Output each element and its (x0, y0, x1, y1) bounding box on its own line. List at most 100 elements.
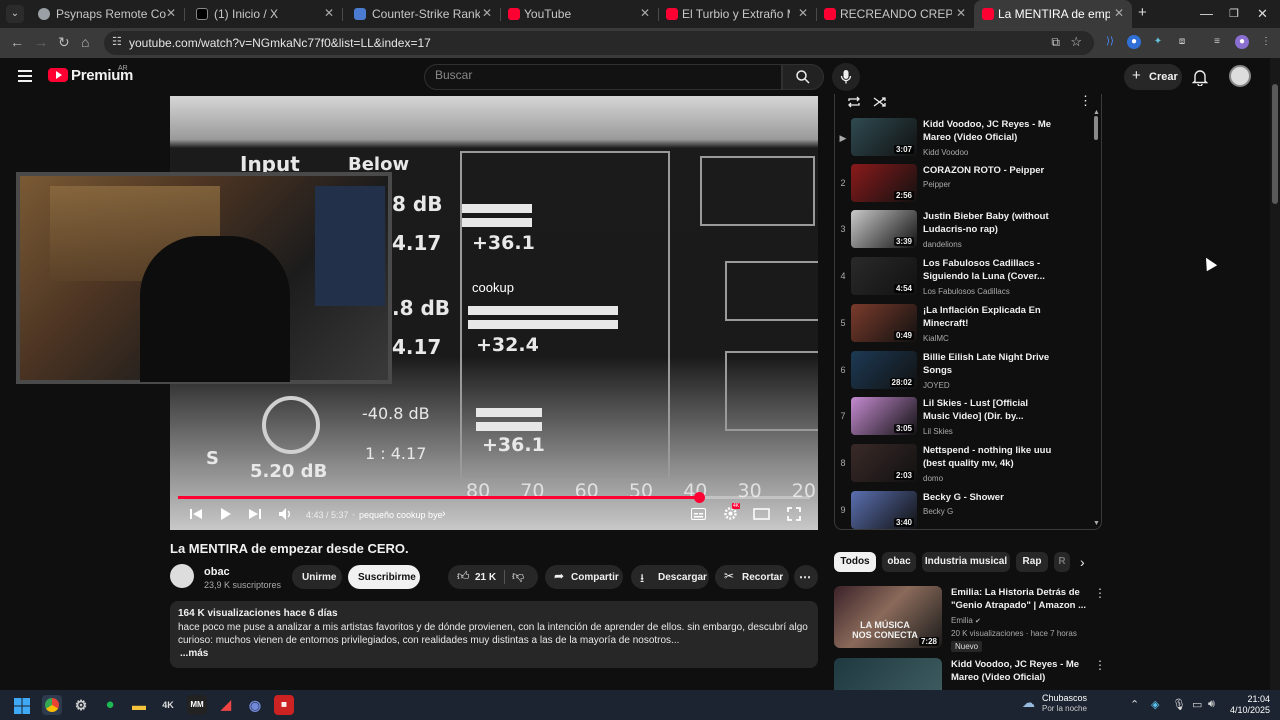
fullscreen-icon[interactable] (787, 507, 801, 521)
playlist-item[interactable]: 6 28:02 Billie Eilish Late Night Drive Son… (835, 351, 1091, 398)
tab-youtube[interactable]: YouTube ✕ (500, 0, 658, 28)
forward-icon[interactable]: → (34, 34, 48, 50)
restore-icon[interactable]: ❐ (1229, 7, 1239, 20)
chips-next-icon[interactable]: › (1080, 554, 1085, 570)
playlist-thumbnail[interactable]: 3:39 (851, 210, 917, 248)
volume-icon[interactable] (279, 507, 293, 521)
taskbar-clock[interactable]: 21:04 4/10/2025 (1228, 694, 1270, 716)
chapter-title[interactable]: pequeño cookup bye (359, 510, 443, 520)
chip-obac[interactable]: obac (882, 552, 916, 572)
play-icon[interactable] (220, 508, 232, 520)
create-button[interactable]: + Crear (1124, 64, 1182, 90)
playlist-item-title[interactable]: Becky G - Shower (923, 491, 1053, 504)
chapter-chevron-icon[interactable]: › (442, 508, 446, 520)
playlist-item-title[interactable]: Justin Bieber Baby (without Ludacris-no … (923, 210, 1053, 236)
playlist-thumbnail[interactable]: 2:03 (851, 444, 917, 482)
chip-rap[interactable]: Rap (1016, 552, 1048, 572)
progress-scrubber[interactable] (694, 492, 706, 503)
dislike-icon[interactable]: 👎︎ (512, 569, 524, 584)
recommended-video[interactable]: Kidd Voodoo, JC Reyes - Me Mareo (Video … (834, 658, 1106, 690)
search-input[interactable] (435, 68, 765, 82)
rec-thumbnail[interactable] (834, 658, 942, 690)
home-icon[interactable]: ⌂ (81, 34, 89, 50)
playlist-item[interactable]: 4 4:54 Los Fabulosos Cadillacs - Siguiendo… (835, 257, 1091, 304)
network-icon[interactable]: ▭ (1192, 698, 1202, 711)
window-close-icon[interactable]: ✕ (1257, 6, 1268, 22)
subscribe-button[interactable]: Suscribirme (348, 565, 420, 589)
playlist-item-title[interactable]: CORAZON ROTO - Peipper (923, 164, 1053, 177)
voice-search-button[interactable] (832, 63, 860, 91)
playlist-item[interactable]: 9 3:40 Becky G - Shower Becky G (835, 491, 1091, 529)
rec-thumbnail[interactable]: LA MÚSICA NOS CONECTA 7:28 (834, 586, 942, 648)
close-tab-icon[interactable]: ✕ (482, 6, 492, 20)
download-button[interactable]: ⭳ Descargar (631, 565, 709, 589)
rec-menu-icon[interactable]: ⋮ (1094, 586, 1106, 600)
new-tab-button[interactable]: + (1138, 4, 1147, 21)
app-taskbar-icon[interactable]: 4K (158, 695, 178, 715)
chip-music-industry[interactable]: Industria musical (922, 552, 1010, 572)
previous-icon[interactable] (190, 508, 202, 520)
playlist-thumbnail[interactable]: 2:56 (851, 164, 917, 202)
speaker-icon[interactable]: 🔊︎ (1208, 698, 1215, 711)
bookmark-star-icon[interactable]: ☆ (1070, 34, 1082, 50)
tray-app-icon[interactable]: ◈ (1151, 698, 1159, 711)
chip-all[interactable]: Todos (834, 552, 876, 572)
tab-crepusculo[interactable]: RECREANDO CREPÚSCULO 🧛 ✕ (816, 0, 974, 28)
playlist-thumbnail[interactable]: 3:07 (851, 118, 917, 156)
reading-list-icon[interactable]: ≡ (1210, 35, 1224, 49)
close-tab-icon[interactable]: ✕ (1114, 6, 1124, 20)
app-taskbar-icon[interactable]: ▦ (274, 695, 294, 715)
more-actions-button[interactable]: ⋯ (794, 565, 818, 589)
spotify-taskbar-icon[interactable]: ● (100, 695, 120, 715)
theater-mode-icon[interactable] (753, 508, 770, 520)
windows-start-icon[interactable] (14, 698, 30, 714)
microphone-tray-icon[interactable]: 🎙︎ (1172, 698, 1186, 711)
youtube-logo-icon[interactable] (48, 68, 68, 82)
clip-button[interactable]: ✂ Recortar (715, 565, 789, 589)
rec-title[interactable]: Emilia: La Historia Detrás de "Genio Atr… (951, 586, 1091, 612)
profile-icon[interactable]: ● (1235, 35, 1249, 49)
extension-icon[interactable]: ● (1127, 35, 1141, 49)
page-scrollbar[interactable] (1270, 58, 1280, 690)
playlist-menu-icon[interactable]: ⋮ (1079, 94, 1092, 109)
playlist-item-title[interactable]: Lil Skies - Lust [Official Music Video] … (923, 397, 1053, 423)
reload-icon[interactable]: ↻ (58, 34, 70, 51)
rec-menu-icon[interactable]: ⋮ (1094, 658, 1106, 672)
share-button[interactable]: ➦ Compartir (545, 565, 623, 589)
tab-counter-strike[interactable]: Counter-Strike Ranking | Valve ✕ (342, 0, 500, 28)
progress-bar[interactable] (178, 492, 810, 503)
extension-icon[interactable]: ⟩⟩ (1103, 35, 1117, 49)
close-tab-icon[interactable]: ✕ (956, 6, 966, 20)
tab-x[interactable]: (1) Inicio / X ✕ (184, 0, 342, 28)
playlist-item-title[interactable]: Nettspend - nothing like uuu (best quali… (923, 444, 1053, 470)
close-tab-icon[interactable]: ✕ (640, 6, 650, 20)
playlist-thumbnail[interactable]: 4:54 (851, 257, 917, 295)
search-box[interactable] (424, 64, 782, 90)
extensions-puzzle-icon[interactable]: ⧈ (1175, 35, 1189, 49)
guide-menu-icon[interactable] (18, 70, 32, 85)
playlist-thumbnail[interactable]: 0:49 (851, 304, 917, 342)
extension-icon[interactable]: ✦ (1151, 35, 1165, 49)
steam-taskbar-icon[interactable]: ⚙ (71, 695, 91, 715)
chrome-taskbar-icon[interactable] (42, 695, 62, 715)
playlist-item-title[interactable]: Kidd Voodoo, JC Reyes - Me Mareo (Video … (923, 118, 1053, 144)
search-button[interactable] (782, 64, 824, 90)
playlist-item-title[interactable]: Billie Eilish Late Night Drive Songs (923, 351, 1053, 377)
file-explorer-icon[interactable]: ▬ (129, 695, 149, 715)
page-scrollbar-thumb[interactable] (1272, 84, 1278, 204)
minimize-icon[interactable]: — (1200, 6, 1213, 21)
recommended-video[interactable]: LA MÚSICA NOS CONECTA 7:28 Emilia: La Hi… (834, 586, 1106, 652)
site-info-icon[interactable]: ☷ (112, 35, 122, 48)
playlist-item-title[interactable]: ¡La Inflación Explicada En Minecraft! (923, 304, 1053, 330)
close-tab-icon[interactable]: ✕ (324, 6, 334, 20)
rec-channel[interactable]: Emilia (951, 616, 973, 625)
tab-search-button[interactable]: ⌄ (6, 5, 24, 23)
playlist-item[interactable]: ▶ 3:07 Kidd Voodoo, JC Reyes - Me Mareo (V… (835, 118, 1091, 165)
playlist-item[interactable]: 7 3:05 Lil Skies - Lust [Official Music Vi… (835, 397, 1091, 444)
account-avatar[interactable] (1229, 65, 1251, 87)
playlist-item[interactable]: 8 2:03 Nettspend - nothing like uuu (best … (835, 444, 1091, 491)
playlist-scrollbar-thumb[interactable] (1094, 116, 1098, 140)
browser-menu-icon[interactable]: ⋮ (1259, 35, 1273, 49)
rec-title[interactable]: Kidd Voodoo, JC Reyes - Me Mareo (Video … (951, 658, 1091, 684)
channel-avatar[interactable] (170, 564, 194, 588)
